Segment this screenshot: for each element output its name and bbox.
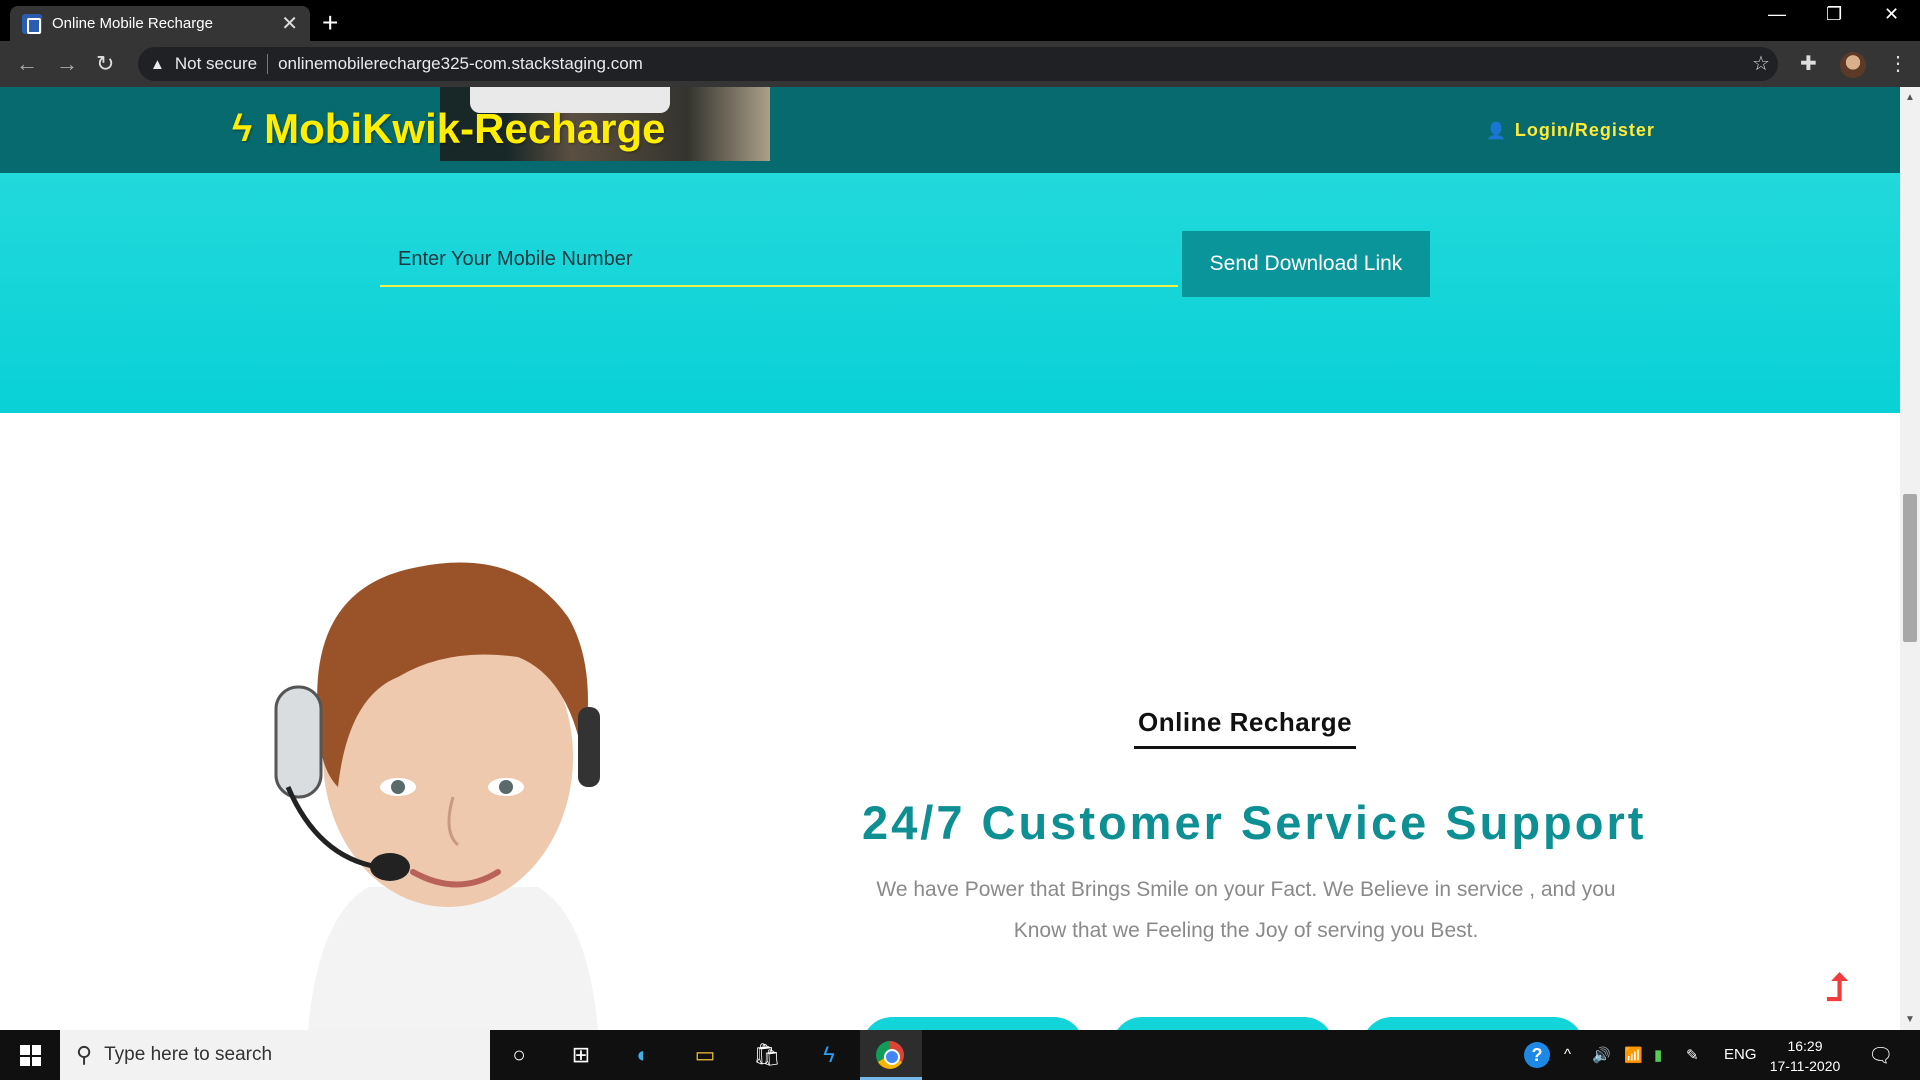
site-logo[interactable]: ϟ MobiKwik-Recharge (232, 105, 666, 153)
system-clock[interactable]: 16:29 17-11-2020 (1760, 1036, 1850, 1076)
login-register-link[interactable]: 👤 Login/Register (1486, 120, 1655, 141)
new-tab-button[interactable]: + (322, 7, 338, 39)
reload-icon[interactable]: ↻ (96, 51, 114, 77)
scroll-up-arrow-icon[interactable]: ▲ (1905, 92, 1915, 103)
wifi-icon[interactable]: 📶 (1624, 1046, 1643, 1064)
clock-date: 17-11-2020 (1769, 1058, 1841, 1074)
back-icon[interactable]: ← (16, 51, 38, 77)
chrome-icon[interactable] (876, 1041, 904, 1069)
volume-icon[interactable]: 🔊 (1592, 1046, 1611, 1064)
search-placeholder: Type here to search (104, 1044, 273, 1065)
scroll-to-top-icon[interactable]: ⮥ (1826, 967, 1848, 1010)
feature-card[interactable] (1362, 1017, 1584, 1030)
search-icon: ⚲ (76, 1042, 93, 1067)
site-favicon-icon (22, 13, 42, 34)
site-header: ϟ MobiKwik-Recharge 👤 Login/Register (0, 87, 1900, 173)
url-text[interactable]: onlinemobilerecharge325-com.stackstaging… (278, 54, 643, 74)
feature-card[interactable] (1112, 1017, 1334, 1030)
pen-icon[interactable]: ✎ (1686, 1046, 1699, 1064)
scroll-down-arrow-icon[interactable]: ▼ (1905, 1014, 1915, 1025)
edge-browser-icon[interactable]: ◐ (628, 1040, 658, 1070)
browser-tabbar: Online Mobile Recharge ✕ + — ❐ ✕ (0, 0, 1920, 41)
feature-card[interactable] (862, 1017, 1084, 1030)
windows-taskbar: ⚲ Type here to search ○ ⊞ ◐ ▭ 🛍 ϟ ? ^ 🔊 … (0, 1030, 1920, 1080)
section-headline: 24/7 Customer Service Support (862, 796, 1647, 849)
extensions-icon[interactable]: ✚ (1800, 51, 1817, 76)
clock-time: 16:29 (1787, 1038, 1823, 1054)
mobile-number-input[interactable] (380, 233, 1178, 287)
close-tab-icon[interactable]: ✕ (281, 14, 298, 34)
scrollbar-thumb[interactable] (1903, 494, 1917, 642)
menu-icon[interactable]: ⋮ (1888, 51, 1908, 76)
brand-name: MobiKwik-Recharge (264, 105, 666, 152)
close-window-icon[interactable]: ✕ (1884, 4, 1899, 25)
task-view-icon[interactable]: ⊞ (566, 1040, 596, 1070)
browser-tab[interactable]: Online Mobile Recharge ✕ (10, 6, 310, 41)
address-bar[interactable]: ▲ Not secure onlinemobilerecharge325-com… (138, 47, 1778, 81)
tab-title: Online Mobile Recharge (52, 15, 213, 32)
restore-icon[interactable]: ❐ (1826, 4, 1842, 25)
taskbar-search-box[interactable]: ⚲ Type here to search (60, 1030, 490, 1080)
battery-icon[interactable]: ▮ (1654, 1046, 1662, 1064)
minimize-icon[interactable]: — (1768, 4, 1786, 25)
browser-toolbar: ← → ↻ ▲ Not secure onlinemobilerecharge3… (0, 41, 1920, 87)
bookmark-star-icon[interactable]: ☆ (1752, 51, 1770, 76)
cortana-icon[interactable]: ○ (504, 1040, 534, 1070)
user-icon: 👤 (1486, 122, 1507, 140)
send-download-link-button[interactable]: Send Download Link (1182, 231, 1430, 297)
show-hidden-icons-icon[interactable]: ^ (1564, 1046, 1571, 1063)
help-icon[interactable]: ? (1524, 1042, 1550, 1068)
app-icon[interactable]: ϟ (814, 1040, 844, 1070)
page-viewport: ϟ MobiKwik-Recharge 👤 Login/Register Sen… (0, 87, 1900, 1030)
login-label: Login/Register (1514, 120, 1655, 140)
windows-start-icon[interactable] (20, 1045, 41, 1066)
file-explorer-icon[interactable]: ▭ (690, 1040, 720, 1070)
support-agent-photo (274, 562, 600, 1030)
microsoft-store-icon[interactable]: 🛍 (752, 1040, 782, 1070)
lightning-icon: ϟ (232, 107, 253, 150)
forward-icon[interactable]: → (56, 51, 78, 77)
download-link-section: Send Download Link (0, 173, 1900, 413)
section-eyebrow: Online Recharge (1134, 707, 1357, 749)
notifications-icon[interactable]: 🗨 (1868, 1043, 1893, 1068)
divider (267, 54, 269, 74)
section-description: We have Power that Brings Smile on your … (876, 878, 1616, 942)
profile-avatar[interactable] (1840, 52, 1866, 78)
warning-icon: ▲ (150, 55, 165, 73)
language-indicator[interactable]: ENG (1724, 1046, 1757, 1063)
security-label[interactable]: Not secure (175, 54, 257, 74)
